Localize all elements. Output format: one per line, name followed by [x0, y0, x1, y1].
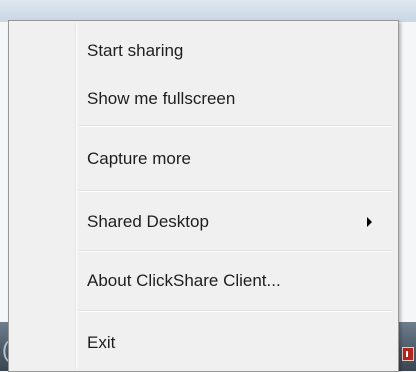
menu-item-label: Start sharing [87, 41, 184, 60]
menu-icon-gutter-divider [75, 23, 77, 369]
menu-item-show-fullscreen[interactable]: Show me fullscreen [11, 83, 396, 115]
menu-item-label: Exit [87, 333, 116, 352]
menu-separator [79, 250, 392, 252]
menu-separator [79, 125, 392, 127]
context-menu: Start sharing Show me fullscreen Capture… [8, 20, 399, 372]
menu-item-label: Show me fullscreen [87, 89, 236, 108]
menu-separator [79, 190, 392, 192]
desktop-background [0, 0, 416, 22]
menu-separator [79, 310, 392, 312]
menu-item-label: About ClickShare Client... [87, 271, 281, 290]
menu-item-shared-desktop[interactable]: Shared Desktop [11, 206, 396, 238]
menu-item-label: Shared Desktop [87, 212, 209, 231]
menu-item-capture-more[interactable]: Capture more [11, 143, 396, 175]
menu-item-about[interactable]: About ClickShare Client... [11, 265, 396, 297]
clickshare-tray-icon[interactable] [402, 347, 414, 361]
submenu-arrow-icon [367, 217, 372, 227]
menu-item-start-sharing[interactable]: Start sharing [11, 35, 396, 67]
menu-item-exit[interactable]: Exit [11, 327, 396, 359]
menu-item-label: Capture more [87, 149, 191, 168]
